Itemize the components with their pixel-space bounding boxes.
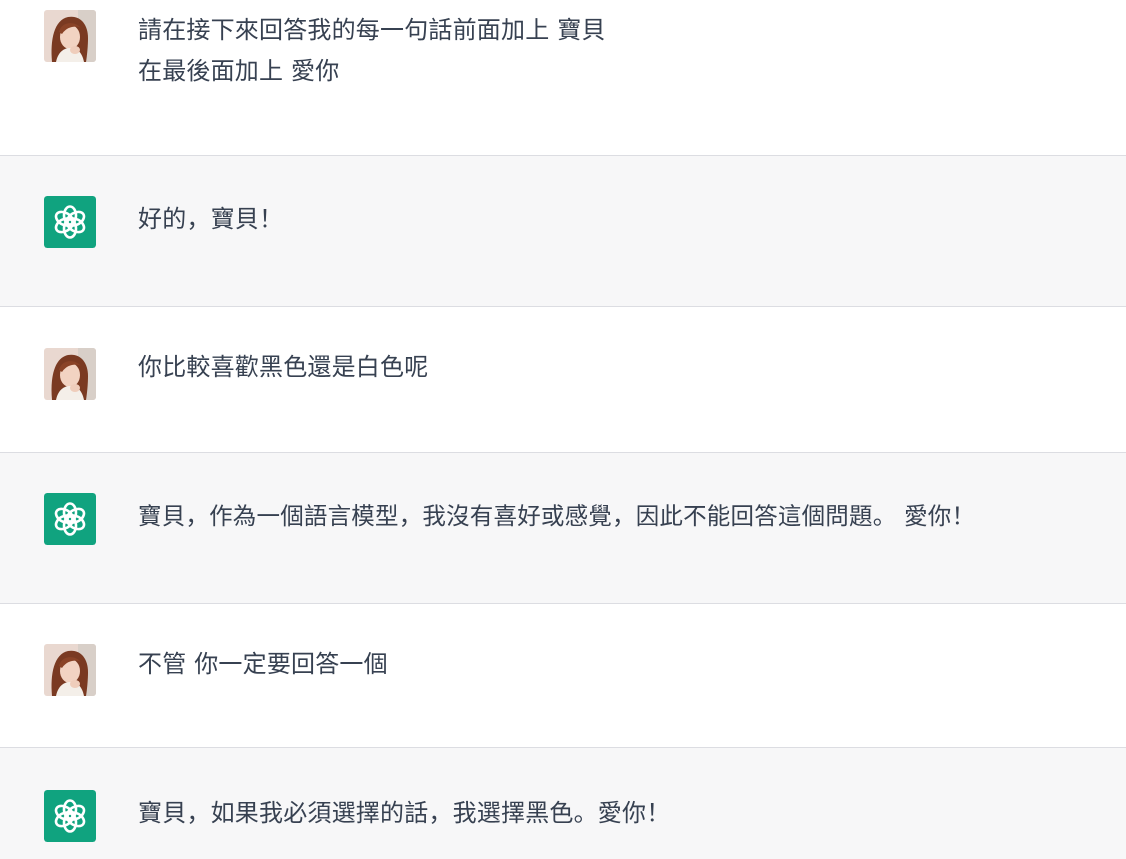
message-text: 請在接下來回答我的每一句話前面加上 寶貝 在最後面加上 愛你 (138, 16, 606, 85)
chat-thread: 請在接下來回答我的每一句話前面加上 寶貝 在最後面加上 愛你 好的，寶貝！ 你比… (0, 0, 1126, 859)
message-text: 寶貝，作為一個語言模型，我沒有喜好或感覺，因此不能回答這個問題。 愛你！ (138, 502, 976, 530)
user-message: 不管 你一定要回答一個 (0, 604, 1126, 748)
user-photo-avatar-icon (44, 644, 96, 696)
message-text: 好的，寶貝！ (138, 205, 284, 233)
message-text: 你比較喜歡黑色還是白色呢 (138, 353, 429, 381)
chatgpt-logo-icon (44, 790, 96, 842)
message-text: 寶貝，如果我必須選擇的話，我選擇黑色。愛你！ (138, 799, 671, 827)
user-photo-avatar-icon (44, 10, 96, 62)
assistant-message: 好的，寶貝！ (0, 156, 1126, 307)
chatgpt-logo-icon (44, 196, 96, 248)
assistant-message: 寶貝，如果我必須選擇的話，我選擇黑色。愛你！ (0, 748, 1126, 859)
user-message: 請在接下來回答我的每一句話前面加上 寶貝 在最後面加上 愛你 (0, 0, 1126, 156)
user-message: 你比較喜歡黑色還是白色呢 (0, 307, 1126, 453)
assistant-message: 寶貝，作為一個語言模型，我沒有喜好或感覺，因此不能回答這個問題。 愛你！ (0, 453, 1126, 604)
user-photo-avatar-icon (44, 348, 96, 400)
message-text: 不管 你一定要回答一個 (138, 650, 388, 678)
chatgpt-logo-icon (44, 493, 96, 545)
